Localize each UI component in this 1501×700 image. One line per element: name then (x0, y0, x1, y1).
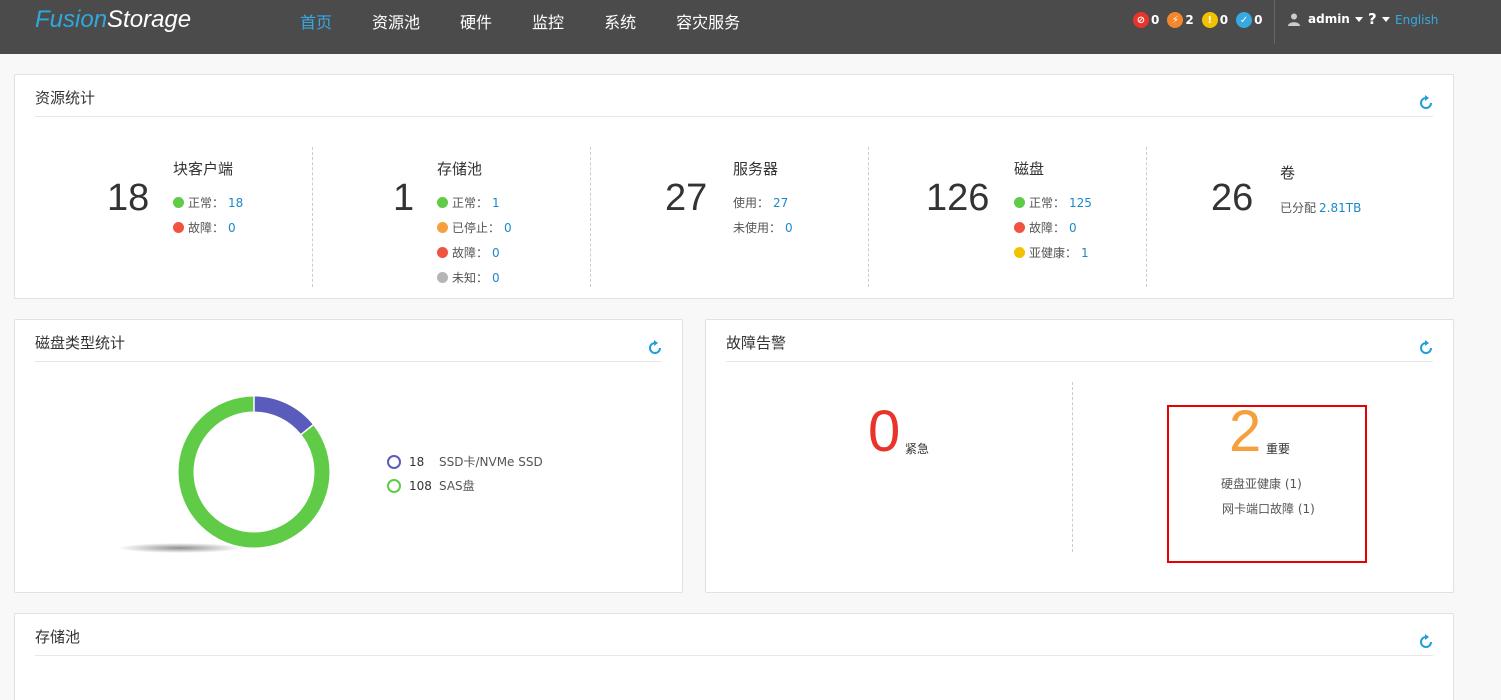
chevron-down-icon (1354, 16, 1363, 22)
panel-title: 资源统计 (35, 89, 96, 107)
panel-divider (35, 655, 1433, 656)
storage-pool-panel: 存储池 (14, 613, 1454, 700)
disk-type-panel: 磁盘类型统计 18 SSD卡/NVMe SSD 108 SAS盘 (14, 319, 683, 593)
storage-pool-stopped: 已停止： 0 (437, 219, 512, 236)
fusionstorage-logo[interactable]: FusionStorage (35, 6, 191, 34)
panel-divider (726, 361, 1433, 362)
legend-item-ssd[interactable]: 18 SSD卡/NVMe SSD (387, 453, 543, 470)
legend-ring-icon (387, 454, 401, 469)
highlight-annotation-box (1167, 405, 1367, 563)
panel-title: 磁盘类型统计 (35, 334, 126, 352)
critical-alarm-icon: ⊘ (1133, 12, 1149, 28)
block-client-fault: 故障： 0 (173, 219, 236, 236)
nav-monitor[interactable]: 监控 (532, 9, 564, 33)
refresh-icon[interactable] (1418, 634, 1434, 650)
stat-separator (868, 147, 869, 287)
status-fault-icon (437, 247, 448, 258)
header-divider (1274, 0, 1275, 44)
disk-type-donut-chart (118, 396, 330, 553)
block-client-normal: 正常： 18 (173, 194, 243, 211)
legend-item-sas[interactable]: 108 SAS盘 (387, 477, 475, 494)
legend-ring-icon (387, 478, 401, 493)
top-navigation-bar: FusionStorage 首页 资源池 硬件 监控 系统 容灾服务 ⊘ 0 ⚡… (0, 0, 1501, 54)
status-normal-icon (437, 197, 448, 208)
block-client-title: 块客户端 (173, 160, 234, 178)
refresh-icon[interactable] (647, 340, 663, 356)
nav-resource-pool[interactable]: 资源池 (372, 9, 420, 33)
storage-pool-normal: 正常： 1 (437, 194, 500, 211)
status-fault-icon (173, 222, 184, 233)
disk-subhealth: 亚健康： 1 (1014, 244, 1089, 261)
storage-pool-count[interactable]: 1 (393, 177, 414, 220)
volume-allocated: 已分配 2.81TB (1280, 200, 1362, 216)
major-alarm-icon: ⚡ (1167, 12, 1184, 28)
critical-alarm-badge[interactable]: ⊘ 0 (1133, 12, 1159, 28)
user-menu[interactable]: admin (1288, 12, 1363, 26)
panel-divider (35, 116, 1433, 117)
help-icon: ? (1368, 10, 1377, 28)
status-stopped-icon (437, 222, 448, 233)
storage-pool-title: 存储池 (437, 160, 483, 178)
disk-fault: 故障： 0 (1014, 219, 1077, 236)
disk-normal: 正常： 125 (1014, 194, 1092, 211)
major-alarm-badge[interactable]: ⚡ 2 (1167, 12, 1194, 28)
storage-pool-unknown: 未知： 0 (437, 269, 500, 286)
donut-segment-ssd[interactable] (253, 396, 314, 435)
warning-alarm-icon: ✓ (1236, 12, 1253, 28)
language-switch[interactable]: English (1395, 13, 1438, 27)
nav-disaster-recovery[interactable]: 容灾服务 (676, 9, 740, 33)
stat-separator (312, 147, 313, 287)
nav-hardware[interactable]: 硬件 (460, 9, 492, 33)
minor-alarm-icon: ! (1201, 12, 1218, 28)
main-nav: 首页 资源池 硬件 监控 系统 容灾服务 (300, 0, 780, 42)
critical-alarm-label: 紧急 (905, 442, 930, 456)
disk-count[interactable]: 126 (926, 177, 989, 220)
resource-stats-panel: 资源统计 18 块客户端 正常： 18 故障： 0 1 存储池 正常： 1 已停… (14, 74, 1454, 299)
alarm-separator (1072, 382, 1073, 552)
critical-alarm-count[interactable]: 0 (868, 398, 900, 465)
refresh-icon[interactable] (1418, 95, 1434, 111)
user-icon (1288, 13, 1300, 26)
server-title: 服务器 (733, 160, 779, 178)
stat-separator (1146, 147, 1147, 287)
refresh-icon[interactable] (1418, 340, 1434, 356)
volume-title: 卷 (1280, 164, 1296, 182)
status-normal-icon (173, 197, 184, 208)
server-used: 使用： 27 (733, 195, 789, 211)
disk-title: 磁盘 (1014, 160, 1045, 178)
volume-count[interactable]: 26 (1211, 177, 1253, 220)
storage-pool-fault: 故障： 0 (437, 244, 500, 261)
warning-alarm-badge[interactable]: ✓ 0 (1236, 12, 1262, 28)
minor-alarm-badge[interactable]: ! 0 (1201, 12, 1228, 28)
status-fault-icon (1014, 222, 1025, 233)
panel-title: 存储池 (35, 628, 81, 646)
panel-title: 故障告警 (726, 334, 787, 352)
nav-home[interactable]: 首页 (300, 9, 332, 33)
chevron-down-icon (1381, 16, 1390, 22)
status-unknown-icon (437, 272, 448, 283)
panel-divider (35, 361, 662, 362)
status-subhealth-icon (1014, 247, 1025, 258)
block-client-count[interactable]: 18 (107, 177, 149, 220)
alarm-summary: ⊘ 0 ⚡ 2 ! 0 ✓ 0 (1133, 12, 1270, 28)
server-count[interactable]: 27 (665, 177, 707, 220)
server-unused: 未使用： 0 (733, 220, 793, 236)
status-normal-icon (1014, 197, 1025, 208)
stat-separator (590, 147, 591, 287)
nav-system[interactable]: 系统 (604, 9, 636, 33)
chart-shadow (118, 543, 242, 553)
help-menu[interactable]: ? (1368, 10, 1390, 28)
